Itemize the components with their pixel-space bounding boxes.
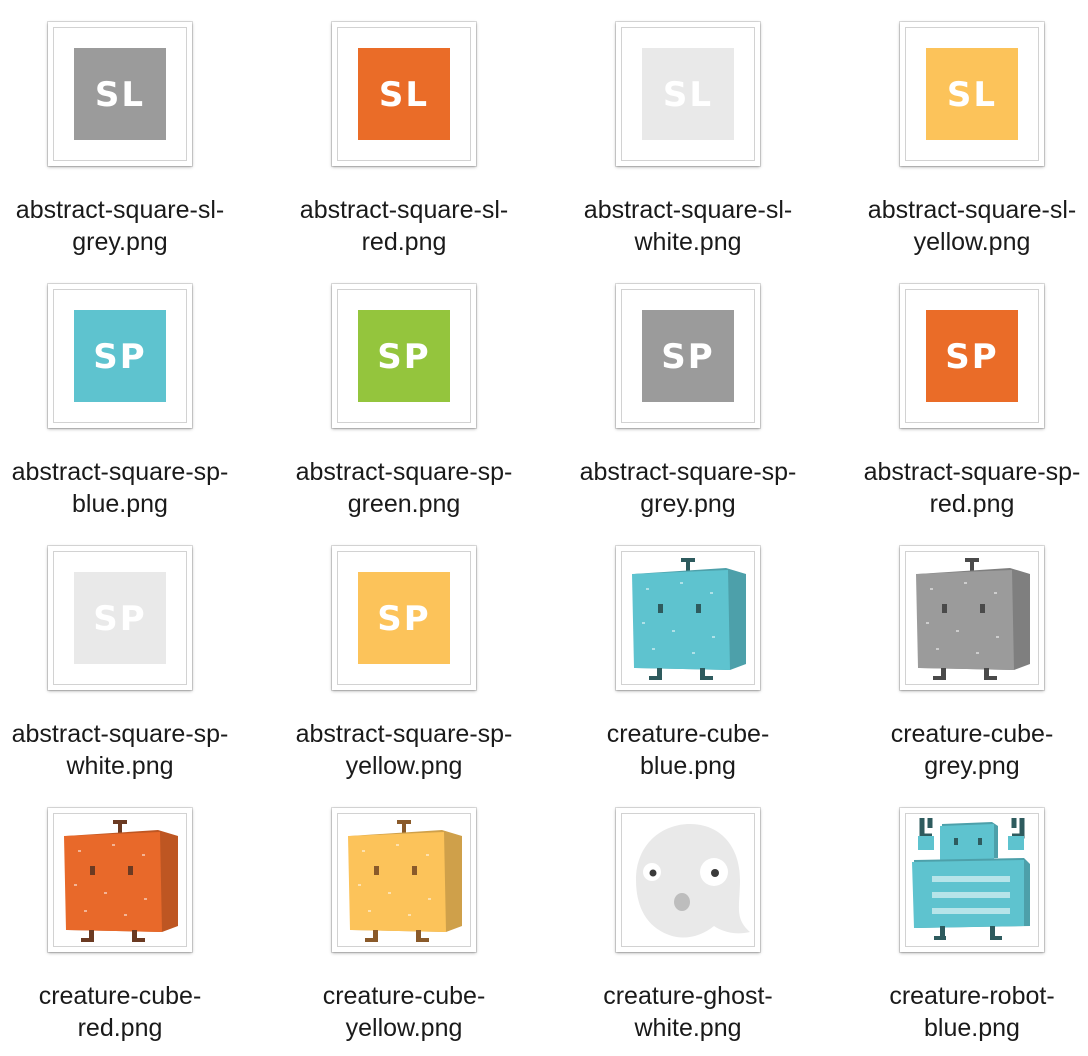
abstract-square-sp-yellow-icon: SP <box>337 551 471 685</box>
file-thumbnail[interactable] <box>332 808 476 952</box>
file-thumbnail[interactable]: SP <box>616 284 760 428</box>
svg-text:SP: SP <box>945 337 998 377</box>
abstract-square-sl-red-icon: SL <box>337 27 471 161</box>
file-name-line-2: blue.png <box>924 1014 1020 1042</box>
file-name-label[interactable]: creature-cube-grey.png <box>824 718 1088 782</box>
svg-text:SP: SP <box>93 337 146 377</box>
file-name-line-2: green.png <box>347 490 461 518</box>
file-name-label[interactable]: creature-robot-blue.png <box>824 980 1088 1044</box>
file-name-label[interactable]: creature-cube-yellow.png <box>256 980 552 1044</box>
file-name-label[interactable]: abstract-square-sp-white.png <box>0 718 268 782</box>
file-name-line-1: creature-cube- <box>38 982 202 1010</box>
file-thumbnail[interactable] <box>900 808 1044 952</box>
file-name-label[interactable]: creature-cube-blue.png <box>540 718 836 782</box>
svg-text:SP: SP <box>661 337 714 377</box>
creature-ghost-white-icon <box>621 813 755 947</box>
file-name-line-1: abstract-square-sl- <box>299 196 509 224</box>
svg-text:SP: SP <box>377 337 430 377</box>
file-name-line-1: abstract-square-sl- <box>867 196 1077 224</box>
file-thumbnail[interactable]: SL <box>900 22 1044 166</box>
file-name-label[interactable]: abstract-square-sl-red.png <box>256 194 552 258</box>
file-name-label[interactable]: abstract-square-sp-red.png <box>824 456 1088 520</box>
abstract-square-sp-white-icon: SP <box>53 551 187 685</box>
file-name-line-2: yellow.png <box>345 752 463 780</box>
file-name-label[interactable]: creature-ghost-white.png <box>540 980 836 1044</box>
file-name-label[interactable]: abstract-square-sp-blue.png <box>0 456 268 520</box>
creature-cube-grey-icon <box>905 551 1039 685</box>
file-name-line-1: creature-robot- <box>889 982 1055 1010</box>
file-name-line-2: red.png <box>361 228 447 256</box>
abstract-square-sp-blue-icon: SP <box>53 289 187 423</box>
svg-text:SL: SL <box>379 75 429 115</box>
file-name-line-2: white.png <box>634 228 742 256</box>
svg-text:SP: SP <box>93 599 146 639</box>
file-name-line-2: grey.png <box>924 752 1020 780</box>
file-name-line-1: creature-ghost- <box>603 982 773 1010</box>
file-icon-grid: SL abstract-square-sl-grey.png SL abstra… <box>0 0 1088 1056</box>
file-thumbnail[interactable] <box>616 546 760 690</box>
file-thumbnail[interactable]: SP <box>48 284 192 428</box>
file-name-line-2: red.png <box>929 490 1015 518</box>
file-thumbnail[interactable]: SL <box>616 22 760 166</box>
file-thumbnail[interactable]: SL <box>332 22 476 166</box>
file-name-line-1: creature-cube- <box>322 982 486 1010</box>
file-name-line-2: white.png <box>66 752 174 780</box>
file-name-line-2: grey.png <box>72 228 168 256</box>
file-name-line-1: abstract-square-sp- <box>11 458 229 486</box>
file-name-line-1: abstract-square-sp- <box>11 720 229 748</box>
creature-robot-blue-icon <box>905 813 1039 947</box>
file-name-line-1: creature-cube- <box>606 720 770 748</box>
svg-text:SP: SP <box>377 599 430 639</box>
file-name-label[interactable]: abstract-square-sp-grey.png <box>540 456 836 520</box>
file-name-label[interactable]: abstract-square-sl-grey.png <box>0 194 268 258</box>
file-name-line-2: red.png <box>77 1014 163 1042</box>
file-thumbnail[interactable]: SP <box>332 546 476 690</box>
file-name-label[interactable]: abstract-square-sl-white.png <box>540 194 836 258</box>
file-name-line-1: abstract-square-sp- <box>579 458 797 486</box>
file-name-line-1: abstract-square-sl- <box>15 196 225 224</box>
abstract-square-sl-white-icon: SL <box>621 27 755 161</box>
abstract-square-sp-grey-icon: SP <box>621 289 755 423</box>
file-name-line-2: grey.png <box>640 490 736 518</box>
file-thumbnail[interactable]: SP <box>48 546 192 690</box>
file-name-line-1: abstract-square-sp- <box>863 458 1081 486</box>
file-name-label[interactable]: abstract-square-sp-yellow.png <box>256 718 552 782</box>
file-thumbnail[interactable] <box>48 808 192 952</box>
creature-cube-blue-icon <box>621 551 755 685</box>
svg-text:SL: SL <box>663 75 713 115</box>
file-name-line-1: abstract-square-sp- <box>295 458 513 486</box>
abstract-square-sp-green-icon: SP <box>337 289 471 423</box>
file-name-line-2: yellow.png <box>913 228 1031 256</box>
abstract-square-sl-yellow-icon: SL <box>905 27 1039 161</box>
file-name-label[interactable]: abstract-square-sl-yellow.png <box>824 194 1088 258</box>
file-thumbnail[interactable] <box>900 546 1044 690</box>
svg-text:SL: SL <box>947 75 997 115</box>
file-name-label[interactable]: creature-cube-red.png <box>0 980 268 1044</box>
svg-text:SL: SL <box>95 75 145 115</box>
file-name-label[interactable]: abstract-square-sp-green.png <box>256 456 552 520</box>
creature-cube-yellow-icon <box>337 813 471 947</box>
abstract-square-sp-red-icon: SP <box>905 289 1039 423</box>
file-name-line-2: yellow.png <box>345 1014 463 1042</box>
abstract-square-sl-grey-icon: SL <box>53 27 187 161</box>
file-thumbnail[interactable]: SL <box>48 22 192 166</box>
file-thumbnail[interactable] <box>616 808 760 952</box>
file-thumbnail[interactable]: SP <box>332 284 476 428</box>
file-name-line-1: creature-cube- <box>890 720 1054 748</box>
creature-cube-red-icon <box>53 813 187 947</box>
file-name-line-2: white.png <box>634 1014 742 1042</box>
file-name-line-1: abstract-square-sl- <box>583 196 793 224</box>
file-name-line-2: blue.png <box>72 490 168 518</box>
file-name-line-2: blue.png <box>640 752 736 780</box>
file-name-line-1: abstract-square-sp- <box>295 720 513 748</box>
file-thumbnail[interactable]: SP <box>900 284 1044 428</box>
